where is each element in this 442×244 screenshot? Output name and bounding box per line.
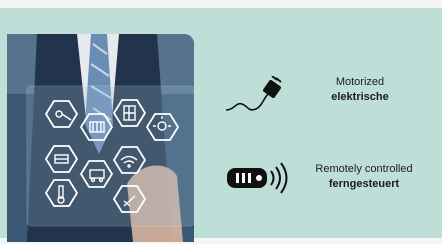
power-plug-icon	[225, 76, 282, 111]
feature-panel: Motorized elektrische Remotely controlle…	[0, 8, 442, 242]
feature-motorized-label-de: elektrische	[331, 91, 389, 103]
feature-motorized	[224, 76, 286, 118]
feature-remote-text: Remotely controlled ferngesteuert	[300, 162, 428, 192]
feature-motorized-label: Motorized	[335, 76, 385, 88]
feature-motorized-text: Motorized elektrische	[300, 75, 420, 105]
feature-remote-label-de: ferngesteuert	[328, 178, 400, 190]
feature-remote-label: Remotely controlled	[315, 163, 413, 175]
feature-remote	[226, 158, 290, 198]
smart-home-photo	[7, 34, 194, 242]
remote-control-icon	[227, 162, 288, 194]
